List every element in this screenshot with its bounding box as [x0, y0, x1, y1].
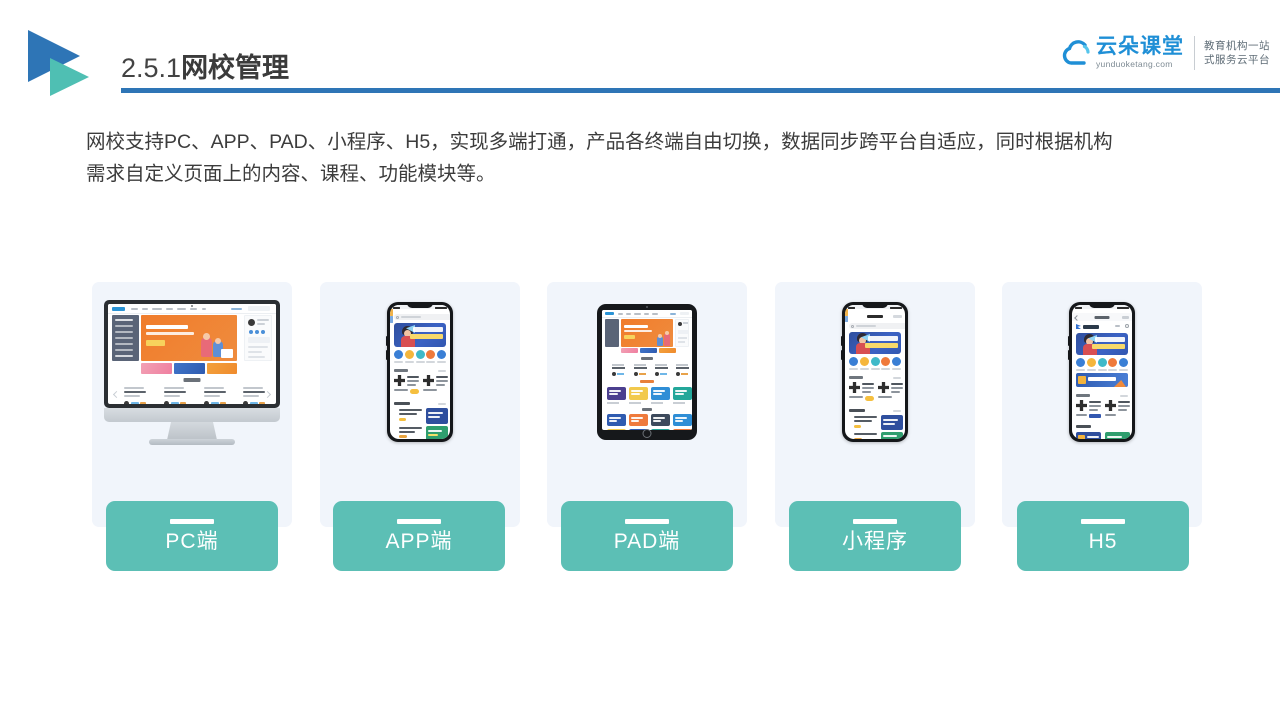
brand-tagline-line1: 教育机构一站	[1204, 40, 1270, 52]
section-title-text: 网校管理	[181, 53, 290, 83]
platform-label-text: 小程序	[842, 529, 908, 553]
header-divider	[121, 88, 1280, 93]
label-dash	[625, 518, 669, 524]
platform-label-h5[interactable]: H5	[1017, 501, 1189, 571]
platform-card-h5[interactable]	[1002, 282, 1202, 527]
smartphone-icon	[320, 282, 520, 462]
brand-tagline-line2: 式服务云平台	[1204, 54, 1270, 66]
label-dash	[1081, 518, 1125, 524]
tablet-icon	[547, 282, 747, 462]
brand-divider	[1194, 36, 1195, 70]
section-number: 2.5.1	[121, 53, 182, 83]
desktop-monitor-icon	[92, 282, 292, 462]
smartphone-icon	[775, 282, 975, 462]
platform-label-pc[interactable]: PC端	[106, 501, 278, 571]
cloud-logo-icon	[1060, 36, 1094, 70]
body-paragraph: 网校支持PC、APP、PAD、小程序、H5，实现多端打通，产品各终端自由切换，数…	[86, 126, 1206, 190]
label-dash	[170, 518, 214, 524]
brand-logo: 云朵课堂 yunduoketang.com 教育机构一站 式服务云平台	[1060, 36, 1270, 70]
platform-label-text: H5	[1088, 529, 1118, 553]
platform-card-pad[interactable]	[547, 282, 747, 527]
brand-name: 云朵课堂	[1096, 35, 1184, 58]
body-paragraph-line2: 需求自定义页面上的内容、课程、功能模块等。	[86, 163, 496, 185]
brand-url: yunduoketang.com	[1096, 59, 1173, 69]
platform-card-miniprogram[interactable]	[775, 282, 975, 527]
platform-label-app[interactable]: APP端	[333, 501, 505, 571]
platform-card-app[interactable]	[320, 282, 520, 527]
label-dash	[397, 518, 441, 524]
logo-triangle-teal	[50, 58, 89, 96]
platform-label-text: APP端	[385, 529, 453, 553]
platform-card-row: PC端 APP端 PAD端 小程序 H5	[0, 282, 1280, 582]
brand-tagline: 教育机构一站 式服务云平台	[1204, 39, 1270, 67]
platform-label-text: PAD端	[613, 529, 681, 553]
platform-card-pc[interactable]	[92, 282, 292, 527]
platform-label-text: PC端	[165, 529, 219, 553]
body-paragraph-line1: 网校支持PC、APP、PAD、小程序、H5，实现多端打通，产品各终端自由切换，数…	[86, 131, 1113, 153]
label-dash	[853, 518, 897, 524]
smartphone-icon	[1002, 282, 1202, 462]
slide-page: 2.5.1网校管理 云朵课堂 yunduoketang.com 教育机构一站 式…	[0, 0, 1280, 720]
triangle-play-logo-icon	[28, 30, 106, 98]
page-title: 2.5.1网校管理	[121, 46, 289, 85]
platform-label-miniprogram[interactable]: 小程序	[789, 501, 961, 571]
platform-label-pad[interactable]: PAD端	[561, 501, 733, 571]
